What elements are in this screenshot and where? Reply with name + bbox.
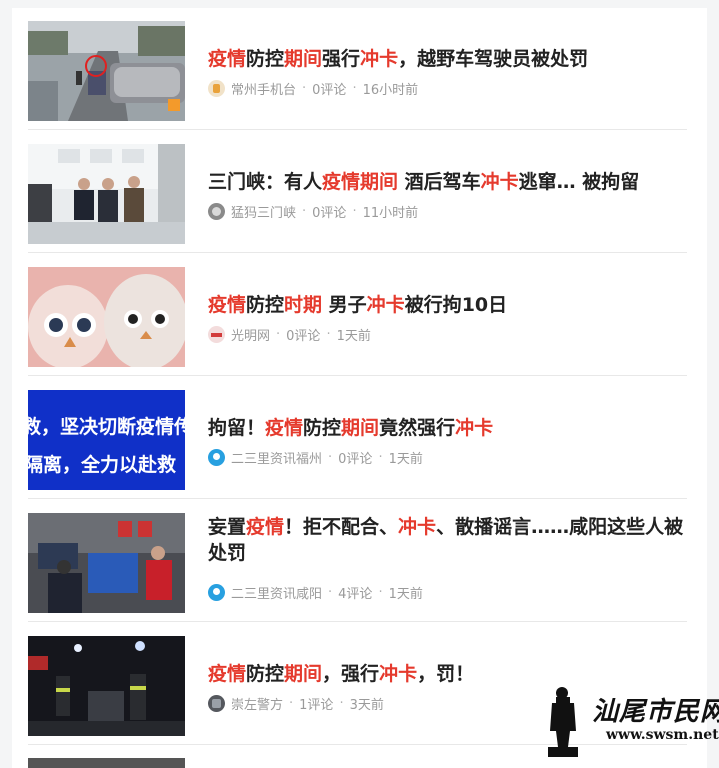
- title-text: 被行拘10日: [404, 294, 508, 316]
- article-thumbnail[interactable]: 救，坚决切断疫情传 隔离，全力以赴救: [28, 390, 185, 490]
- article-meta: 猛犸三门峡 · 0评论 · 11小时前: [208, 202, 418, 221]
- publish-time: 3天前: [349, 698, 384, 713]
- list-item[interactable]: 疫情防控期间强行冲卡，越野车驾驶员被处罚 常州手机台 · 0评论 · 16小时前: [28, 8, 687, 130]
- site-watermark: 汕尾市民网 www.swsm.net: [546, 685, 719, 757]
- title-text: ，越野车驾驶员被处罚: [398, 48, 589, 70]
- location-pin-icon: [208, 449, 225, 466]
- checkpoint-road-image: [28, 21, 185, 121]
- title-text: 防控: [246, 48, 285, 70]
- watermark-text: 汕尾市民网: [592, 697, 719, 727]
- article-thumbnail[interactable]: [28, 636, 185, 736]
- publish-time: 1天前: [388, 452, 423, 467]
- title-text: 拘留！: [208, 417, 266, 439]
- title-text: ！拒不配合、: [284, 516, 399, 538]
- article-thumbnail[interactable]: [28, 513, 185, 613]
- article-thumbnail[interactable]: [28, 758, 185, 768]
- article-title[interactable]: 疫情防控期间强行冲卡，越野车驾驶员被处罚: [208, 46, 687, 72]
- article-source: 光明网: [231, 329, 271, 344]
- title-text: 防控: [303, 417, 342, 439]
- news-list-panel: 疫情防控期间强行冲卡，越野车驾驶员被处罚 常州手机台 · 0评论 · 16小时前: [12, 8, 707, 768]
- title-text: 三门峡：有人: [208, 171, 323, 193]
- article-thumbnail[interactable]: [28, 267, 185, 367]
- article-source: 常州手机台: [231, 83, 297, 98]
- article-title[interactable]: 三门峡：有人疫情期间 酒后驾车冲卡逃窜… 被拘留: [208, 169, 687, 195]
- comment-count: 0评论: [312, 206, 347, 221]
- title-keyword-highlight: 疫情: [265, 417, 304, 439]
- title-text: ，罚！: [417, 663, 475, 685]
- title-keyword-highlight: 期间: [284, 48, 323, 70]
- banner-text-line: 救，坚决切断疫情传: [28, 416, 185, 438]
- mengma-icon: [208, 203, 225, 220]
- title-keyword-highlight: 疫情: [208, 663, 247, 685]
- police-badge-icon: [208, 695, 225, 712]
- title-text: ，强行: [322, 663, 380, 685]
- title-keyword-highlight: 期间: [341, 417, 380, 439]
- article-title[interactable]: 妄置疫情！拒不配合、冲卡、散播谣言……咸阳这些人被处罚: [208, 514, 687, 566]
- comment-count: 1评论: [299, 698, 334, 713]
- title-keyword-highlight: 冲卡: [366, 294, 405, 316]
- article-title[interactable]: 疫情防控期间，强行冲卡，罚！: [208, 661, 687, 687]
- police-office-image: [28, 513, 185, 613]
- list-item[interactable]: 疫情防控时期 男子冲卡被行拘10日 光明网 · 0评论 · 1天前: [28, 254, 687, 376]
- article-title[interactable]: 疫情防控时期 男子冲卡被行拘10日: [208, 292, 687, 318]
- list-item[interactable]: 妄置疫情！拒不配合、冲卡、散播谣言……咸阳这些人被处罚 二三里资讯咸阳 · 4评…: [28, 500, 687, 622]
- title-keyword-highlight: 疫情: [208, 48, 247, 70]
- banner-text-line: 隔离，全力以赴救: [28, 454, 177, 476]
- article-source: 二三里资讯福州: [231, 452, 323, 467]
- article-thumbnail[interactable]: [28, 21, 185, 121]
- night-checkpoint-image: [28, 636, 185, 736]
- comment-count: 0评论: [312, 83, 347, 98]
- changzhou-tv-icon: [208, 80, 225, 97]
- list-item[interactable]: 三门峡：有人疫情期间 酒后驾车冲卡逃窜… 被拘留 猛犸三门峡 · 0评论 · 1…: [28, 131, 687, 253]
- title-keyword-highlight: 时期: [284, 294, 323, 316]
- article-meta: 常州手机台 · 0评论 · 16小时前: [208, 79, 418, 98]
- title-keyword-highlight: 疫情: [208, 294, 247, 316]
- title-keyword-highlight: 冲卡: [455, 417, 494, 439]
- publish-time: 1天前: [388, 587, 423, 602]
- statue-silhouette-icon: [548, 687, 578, 757]
- title-text: 竟然强行: [379, 417, 456, 439]
- title-keyword-highlight: 冲卡: [398, 516, 437, 538]
- title-keyword-highlight: 疫情: [246, 516, 285, 538]
- title-text: 妄置: [208, 516, 247, 538]
- title-text: 男子: [322, 294, 367, 316]
- title-keyword-highlight: 期间: [284, 663, 323, 685]
- article-source: 猛犸三门峡: [231, 206, 297, 221]
- title-keyword-highlight: 疫情期间: [322, 171, 399, 193]
- location-pin-icon: [208, 584, 225, 601]
- publish-time: 11小时前: [362, 206, 419, 221]
- title-text: 防控: [246, 294, 285, 316]
- watermark-url: www.swsm.net: [606, 727, 719, 743]
- article-title[interactable]: 拘留！疫情防控期间竟然强行冲卡: [208, 415, 687, 441]
- article-meta: 二三里资讯咸阳 · 4评论 · 1天前: [208, 583, 423, 602]
- publish-time: 1天前: [336, 329, 371, 344]
- article-meta: 光明网 · 0评论 · 1天前: [208, 325, 371, 344]
- title-keyword-highlight: 冲卡: [360, 48, 399, 70]
- police-station-image: [28, 144, 185, 244]
- title-text: 强行: [322, 48, 361, 70]
- article-source: 崇左警方: [231, 698, 284, 713]
- guangming-icon: [208, 326, 225, 343]
- article-source: 二三里资讯咸阳: [231, 587, 323, 602]
- comment-count: 4评论: [338, 587, 373, 602]
- comment-count: 0评论: [286, 329, 321, 344]
- cartoon-birds-image: [28, 267, 185, 367]
- title-keyword-highlight: 冲卡: [480, 171, 519, 193]
- article-meta: 崇左警方 · 1评论 · 3天前: [208, 694, 384, 713]
- list-item[interactable]: 救，坚决切断疫情传 隔离，全力以赴救 拘留！疫情防控期间竟然强行冲卡 二三里资讯…: [28, 377, 687, 499]
- comment-count: 0评论: [338, 452, 373, 467]
- title-text: 酒后驾车: [398, 171, 481, 193]
- article-meta: 二三里资讯福州 · 0评论 · 1天前: [208, 448, 423, 467]
- publish-time: 16小时前: [362, 83, 419, 98]
- title-text: 防控: [246, 663, 285, 685]
- title-text: 逃窜… 被拘留: [518, 171, 640, 193]
- title-keyword-highlight: 冲卡: [379, 663, 418, 685]
- article-thumbnail[interactable]: [28, 144, 185, 244]
